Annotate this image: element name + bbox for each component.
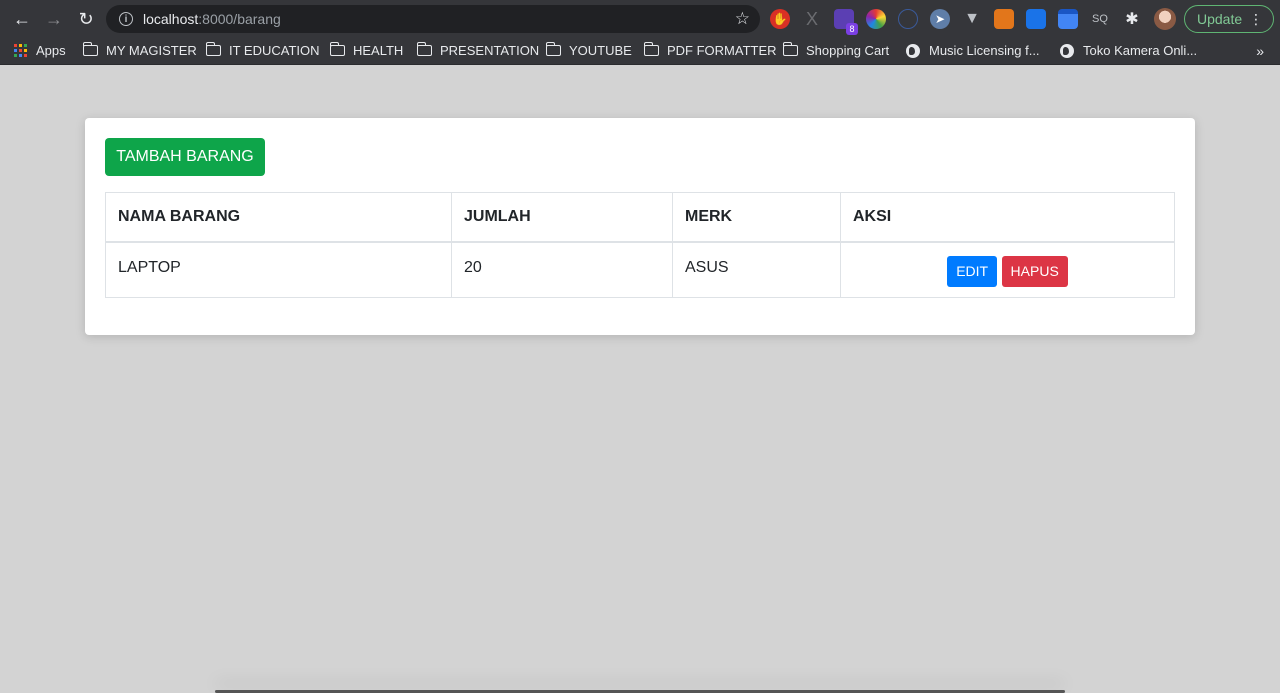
bookmark-label: Shopping Cart <box>806 43 890 58</box>
adblock-extension-icon[interactable]: ✋ <box>770 9 790 29</box>
folder-icon <box>546 42 561 56</box>
kebab-menu-icon[interactable]: ⋮ <box>1249 10 1263 28</box>
hapus-button[interactable]: HAPUS <box>1001 256 1068 287</box>
bookmark-toko-kamera[interactable]: Toko Kamera Onli... <box>1060 43 1197 58</box>
vue-extension-icon[interactable]: ▼ <box>962 9 982 29</box>
url-text[interactable]: localhost:8000/barang <box>143 11 281 27</box>
cell-jumlah: 20 <box>451 241 673 298</box>
folder-icon <box>83 42 98 56</box>
apps-grid-icon <box>14 44 27 57</box>
bookmark-pdf-formatter[interactable]: PDF FORMATTER <box>644 42 777 58</box>
column-header-aksi: AKSI <box>840 192 1175 243</box>
table-row: LAPTOP 20 ASUS EDIT HAPUS <box>105 241 1175 298</box>
address-bar[interactable]: i localhost:8000/barang ☆ <box>106 5 760 33</box>
bookmark-presentation[interactable]: PRESENTATION <box>417 42 540 58</box>
color-picker-extension-icon[interactable] <box>866 9 886 29</box>
back-arrow-icon[interactable]: ← <box>6 3 38 35</box>
bookmark-label: YOUTUBE <box>569 43 632 58</box>
cell-merk: ASUS <box>672 241 841 298</box>
bookmark-label: PDF FORMATTER <box>667 43 777 58</box>
bookmark-star-icon[interactable]: ☆ <box>735 9 750 29</box>
url-path: :8000/barang <box>198 11 281 27</box>
update-button[interactable]: Update ⋮ <box>1184 5 1274 33</box>
column-header-nama-barang: NAMA BARANG <box>105 192 452 243</box>
wordpress-extension-icon[interactable] <box>898 9 918 29</box>
cell-nama-barang: LAPTOP <box>105 241 452 298</box>
bookmark-health[interactable]: HEALTH <box>330 42 404 58</box>
stack-extension-icon[interactable]: 8 <box>834 9 858 35</box>
globe-icon <box>906 43 920 58</box>
cell-aksi: EDIT HAPUS <box>840 241 1175 298</box>
metamask-fox-icon[interactable] <box>994 9 1014 29</box>
window-extension-icon[interactable] <box>1058 9 1078 29</box>
x-extension-icon[interactable]: X <box>802 9 822 29</box>
bookmark-it-education[interactable]: IT EDUCATION <box>206 42 320 58</box>
profile-avatar[interactable] <box>1154 8 1176 30</box>
bookmark-label: PRESENTATION <box>440 43 540 58</box>
bookmark-youtube[interactable]: YOUTUBE <box>546 42 632 58</box>
page-content: TAMBAH BARANG NAMA BARANG JUMLAH MERK AK… <box>0 70 1280 693</box>
tambah-barang-button[interactable]: TAMBAH BARANG <box>105 138 265 176</box>
bookmark-label: Apps <box>36 43 66 58</box>
bookmark-apps[interactable]: Apps <box>14 43 66 58</box>
column-header-merk: MERK <box>672 192 841 243</box>
bookmark-my-magister[interactable]: MY MAGISTER <box>83 42 197 58</box>
bookmark-label: MY MAGISTER <box>106 43 197 58</box>
puzzle-extensions-icon[interactable]: ✱ <box>1122 9 1142 29</box>
folder-icon <box>644 42 659 56</box>
folder-icon <box>330 42 345 56</box>
translate-extension-icon[interactable] <box>1026 9 1046 29</box>
folder-icon <box>417 42 432 56</box>
browser-toolbar: ← → ↻ i localhost:8000/barang ☆ ✋ X 8 ➤ … <box>0 0 1280 38</box>
forward-arrow-icon[interactable]: → <box>38 3 70 35</box>
seo-extension-icon[interactable]: SQ <box>1090 9 1110 29</box>
folder-icon <box>206 42 221 56</box>
edit-button[interactable]: EDIT <box>947 256 998 287</box>
folder-icon <box>783 42 798 56</box>
barang-table: NAMA BARANG JUMLAH MERK AKSI LAPTOP 20 A… <box>105 192 1175 298</box>
extension-badge: 8 <box>846 23 858 35</box>
bookmark-label: HEALTH <box>353 43 404 58</box>
bookmarks-overflow-icon[interactable]: » <box>1256 43 1264 59</box>
bookmark-label: IT EDUCATION <box>229 43 320 58</box>
reload-icon[interactable]: ↻ <box>70 3 102 35</box>
barang-card: TAMBAH BARANG NAMA BARANG JUMLAH MERK AK… <box>85 118 1195 335</box>
bookmark-music-licensing[interactable]: Music Licensing f... <box>906 43 1040 58</box>
bookmark-shopping-cart[interactable]: Shopping Cart <box>783 42 890 58</box>
bookmark-label: Music Licensing f... <box>929 43 1040 58</box>
extensions-area: ✋ X 8 ➤ ▼ SQ ✱ <box>770 6 1154 35</box>
bookmark-label: Toko Kamera Onli... <box>1083 43 1198 58</box>
bookmarks-bar: Apps MY MAGISTER IT EDUCATION HEALTH PRE… <box>0 38 1280 65</box>
info-icon[interactable]: i <box>119 12 133 26</box>
cursor-extension-icon[interactable]: ➤ <box>930 9 950 29</box>
url-host: localhost <box>143 11 199 27</box>
table-header-row: NAMA BARANG JUMLAH MERK AKSI <box>105 192 1175 243</box>
update-label: Update <box>1197 11 1243 27</box>
globe-icon <box>1060 43 1074 58</box>
column-header-jumlah: JUMLAH <box>451 192 673 243</box>
